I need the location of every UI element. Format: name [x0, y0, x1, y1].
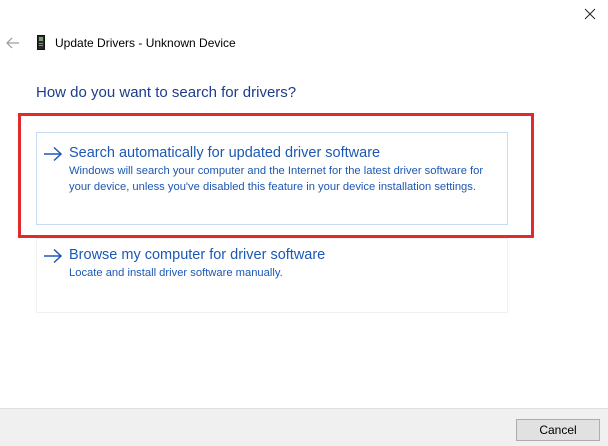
- option-title: Search automatically for updated driver …: [69, 145, 381, 161]
- option-description: Locate and install driver software manua…: [69, 267, 283, 279]
- close-button[interactable]: [572, 0, 608, 28]
- cancel-button[interactable]: Cancel: [516, 419, 600, 441]
- device-icon: [37, 35, 45, 50]
- option-title: Browse my computer for driver software: [69, 247, 326, 263]
- search-automatically-option[interactable]: Search automatically for updated driver …: [36, 132, 508, 225]
- footer-bar: Cancel: [0, 408, 608, 446]
- option-description: Windows will search your computer and th…: [69, 165, 484, 193]
- back-button[interactable]: [4, 34, 22, 52]
- arrow-right-icon: [44, 146, 63, 162]
- window-title: Update Drivers - Unknown Device: [55, 36, 236, 50]
- browse-computer-option[interactable]: Browse my computer for driver software L…: [36, 238, 508, 313]
- arrow-right-icon: [44, 248, 63, 264]
- close-icon: [584, 8, 596, 20]
- back-arrow-icon: [6, 37, 19, 49]
- page-heading: How do you want to search for drivers?: [36, 84, 297, 101]
